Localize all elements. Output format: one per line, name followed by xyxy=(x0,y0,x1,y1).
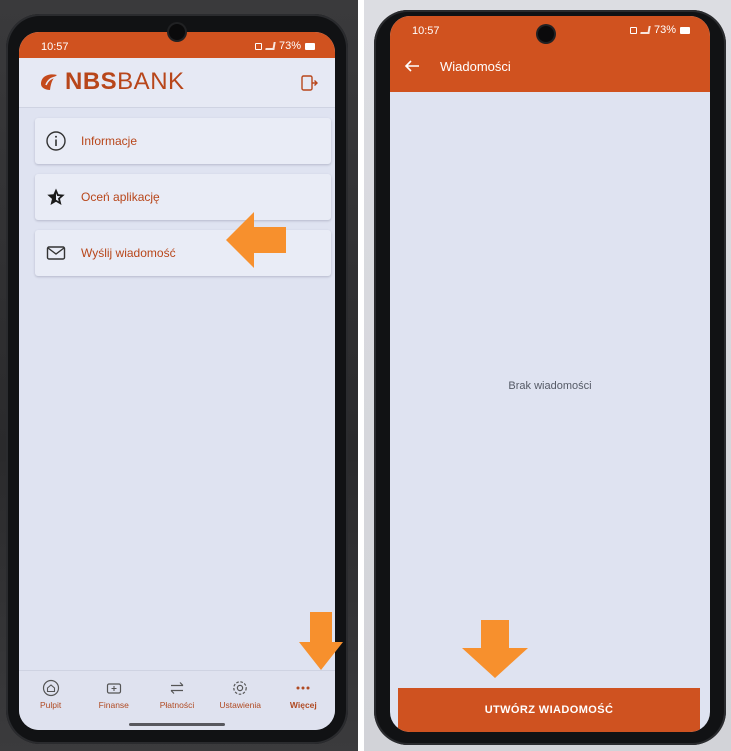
status-icons: 73% xyxy=(254,40,315,52)
logo-mark-icon xyxy=(41,74,57,90)
home-indicator xyxy=(129,723,225,726)
annotation-arrow-left-icon xyxy=(226,212,286,268)
notification-icon xyxy=(629,26,637,34)
status-time: 10:57 xyxy=(41,41,69,53)
annotation-arrow-down-icon xyxy=(299,612,343,670)
nav-label: Pulpit xyxy=(39,700,62,710)
menu-item-label: Oceń aplikację xyxy=(81,190,160,204)
app-header: NBS BANK xyxy=(19,58,335,108)
logo-text-light: BANK xyxy=(117,68,185,95)
home-icon xyxy=(42,679,59,697)
battery-percent: 73% xyxy=(278,40,301,52)
transfer-icon xyxy=(170,682,184,694)
menu-item-info[interactable]: Informacje xyxy=(35,118,331,164)
nav-item-finanse[interactable]: Finanse xyxy=(85,679,143,710)
menu-item-label: Informacje xyxy=(81,134,138,148)
nav-label: Finanse xyxy=(98,700,129,710)
nav-item-ustawienia[interactable]: Ustawienia xyxy=(211,679,269,710)
menu-item-label: Wyślij wiadomość xyxy=(81,246,176,260)
nav-item-wiecej[interactable]: Więcej xyxy=(274,679,332,710)
info-icon xyxy=(46,131,66,151)
front-camera xyxy=(169,24,185,40)
battery-percent: 73% xyxy=(653,24,676,36)
nav-item-pulpit[interactable]: Pulpit xyxy=(22,679,80,710)
menu-item-rate-app[interactable]: Oceń aplikację xyxy=(35,174,331,220)
signal-icon xyxy=(265,42,276,50)
battery-icon xyxy=(680,26,690,34)
logout-icon[interactable] xyxy=(299,73,319,93)
more-icon xyxy=(296,686,310,690)
left-phone-screen: 10:57 73% NBS BANK Informacje Oceń aplik… xyxy=(19,32,335,730)
nbs-bank-logo: NBS BANK xyxy=(37,68,185,96)
messages-toolbar: Wiadomości xyxy=(390,42,710,92)
envelope-icon xyxy=(46,246,66,260)
signal-icon xyxy=(640,26,651,34)
gear-icon xyxy=(233,681,247,695)
status-icons: 73% xyxy=(629,24,690,36)
nav-item-platnosci[interactable]: Płatności xyxy=(148,679,206,710)
star-icon xyxy=(47,188,65,205)
bottom-navigation: Pulpit Finanse Płatności Ustawienia Więc… xyxy=(19,670,335,730)
notification-icon xyxy=(254,42,262,50)
battery-icon xyxy=(305,42,315,50)
wallet-icon xyxy=(106,683,121,694)
compose-message-button[interactable]: UTWÓRZ WIADOMOŚĆ xyxy=(398,688,700,732)
menu-item-send-message[interactable]: Wyślij wiadomość xyxy=(35,230,331,276)
empty-state-text: Brak wiadomości xyxy=(508,380,592,392)
status-time: 10:57 xyxy=(412,25,440,37)
right-phone: 10:57 73% Wiadomości Brak wiadomości UTW… xyxy=(374,10,726,745)
page-title: Wiadomości xyxy=(440,59,511,74)
nav-label: Płatności xyxy=(159,700,195,710)
left-phone: 10:57 73% NBS BANK Informacje Oceń aplik… xyxy=(6,14,348,744)
logo-text-bold: NBS xyxy=(65,68,118,95)
front-camera xyxy=(538,26,554,42)
back-arrow-icon[interactable] xyxy=(402,56,422,76)
nav-label: Ustawienia xyxy=(219,700,261,710)
right-phone-screen: 10:57 73% Wiadomości Brak wiadomości UTW… xyxy=(390,16,710,732)
nav-label: Więcej xyxy=(289,700,317,710)
annotation-arrow-down-icon xyxy=(462,620,528,678)
